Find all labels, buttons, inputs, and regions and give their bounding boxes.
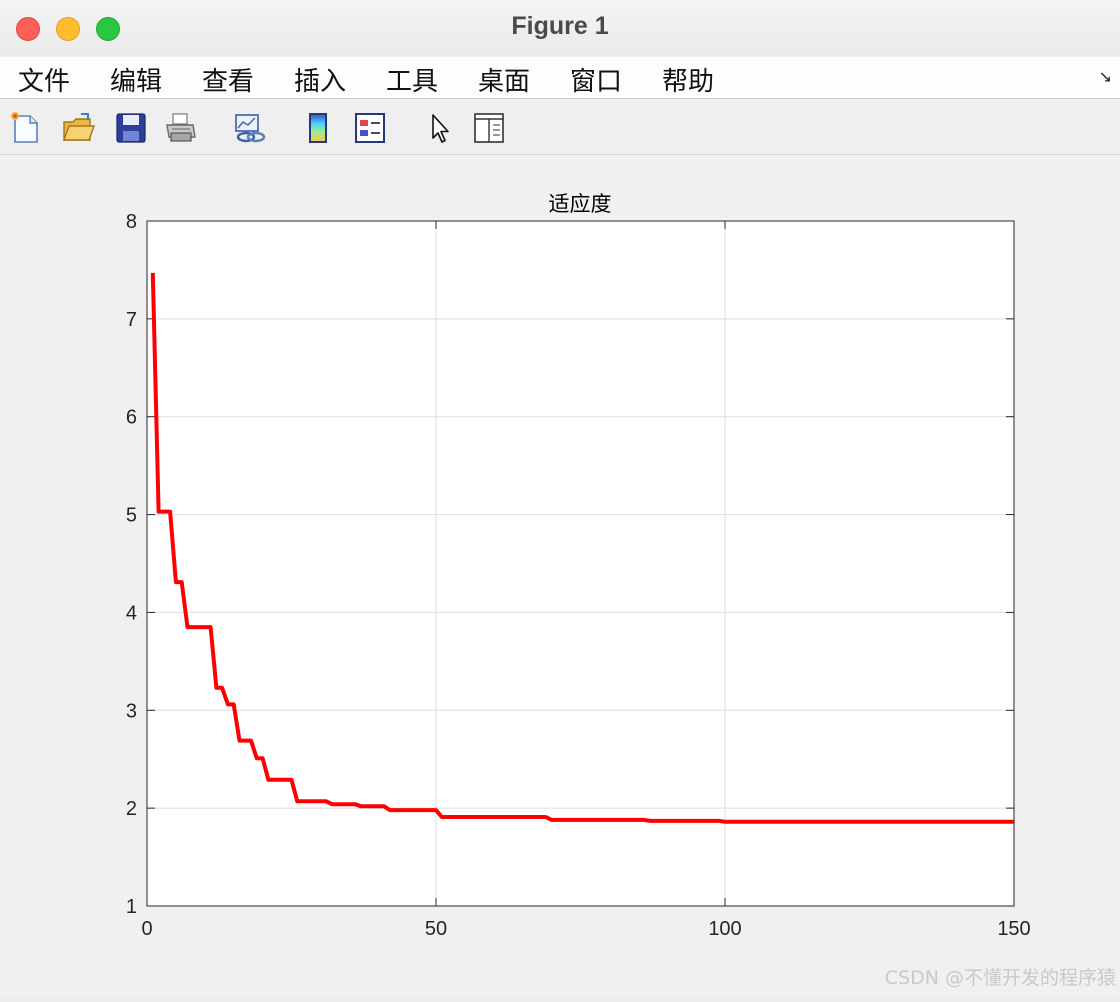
y-tick-label: 5 <box>126 505 137 527</box>
menu-edit[interactable]: 编辑 <box>110 61 162 98</box>
y-tick-label: 7 <box>126 309 137 331</box>
watermark-text: CSDN @不懂开发的程序猿 <box>884 967 1116 989</box>
dock-figure-icon[interactable]: ↘ <box>1099 67 1112 86</box>
x-tick-label: 0 <box>141 918 152 940</box>
chart-title: 适应度 <box>549 193 612 216</box>
title-bar[interactable]: Figure 1 <box>0 0 1120 56</box>
line-chart[interactable]: 0 50 100 150 1 2 3 4 5 6 7 8 适应度 <box>0 155 1120 998</box>
menu-window[interactable]: 窗口 <box>570 61 622 98</box>
figure-canvas: 0 50 100 150 1 2 3 4 5 6 7 8 适应度 CSDN @不懂开发的程序猿 <box>0 155 1120 998</box>
property-inspector-icon[interactable] <box>472 111 506 145</box>
figure-toolbar <box>0 99 1120 155</box>
save-icon[interactable] <box>114 111 148 145</box>
figure-window: Figure 1 文件 编辑 查看 插入 工具 桌面 窗口 帮助 ↘ 0 50 … <box>0 0 1120 998</box>
x-tick-label: 100 <box>708 918 741 940</box>
new-figure-icon[interactable] <box>9 111 43 145</box>
open-file-icon[interactable] <box>61 111 95 145</box>
window-title: Figure 1 <box>511 12 609 40</box>
y-tick-label: 6 <box>126 407 137 429</box>
y-tick-label: 3 <box>126 700 137 722</box>
legend-icon[interactable] <box>353 111 387 145</box>
x-tick-label: 150 <box>997 918 1030 940</box>
edit-plot-pointer-icon[interactable] <box>424 111 458 145</box>
menu-view[interactable]: 查看 <box>202 61 254 98</box>
menu-tools[interactable]: 工具 <box>386 61 438 98</box>
menu-help[interactable]: 帮助 <box>662 61 714 98</box>
menu-insert[interactable]: 插入 <box>294 61 346 98</box>
plot-area <box>147 221 1014 906</box>
y-tick-label: 8 <box>126 211 137 233</box>
y-tick-label: 4 <box>126 602 137 624</box>
menu-file[interactable]: 文件 <box>18 61 70 98</box>
y-tick-label: 2 <box>126 798 137 820</box>
link-plot-icon[interactable] <box>232 111 266 145</box>
colorbar-icon[interactable] <box>301 111 335 145</box>
menu-bar: 文件 编辑 查看 插入 工具 桌面 窗口 帮助 ↘ <box>0 57 1120 99</box>
y-tick-label: 1 <box>126 896 137 918</box>
x-tick-label: 50 <box>425 918 447 940</box>
print-icon[interactable] <box>164 111 198 145</box>
menu-desktop[interactable]: 桌面 <box>478 61 530 98</box>
